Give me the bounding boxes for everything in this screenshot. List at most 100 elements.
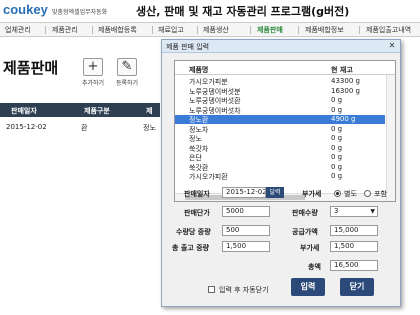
product-stock: 0 g	[331, 124, 343, 133]
column-header-product: 제	[146, 107, 153, 115]
add-button-label: 추가하기	[81, 80, 105, 87]
product-list-item[interactable]: 쑥갓환 0 g	[175, 163, 385, 172]
product-name: 노루궁뎅이버섯환	[189, 97, 241, 105]
supply-amount-label: 공급가액	[292, 228, 318, 236]
vat-label: 부가세	[302, 190, 322, 198]
sales-input-dialog: 제품 판매 입력 ✕ 제품명 현 재고 가시오가피분 43300 g 노루궁뎅이버섯…	[161, 39, 401, 307]
product-list-item[interactable]: 정노환 4900 g	[175, 115, 385, 124]
app-title: 생산, 판매 및 재고 자동관리 프로그램(g버전)	[136, 5, 350, 18]
column-header-product-name: 제품명	[189, 66, 209, 74]
product-list-item[interactable]: 정노 0 g	[175, 134, 385, 143]
product-stock: 0 g	[331, 134, 343, 142]
total-weight-label: 총 출고 중량	[172, 244, 210, 252]
product-list-item[interactable]: 노루궁뎅이버섯차 0 g	[175, 106, 385, 115]
supply-amount-field[interactable]: 15,000	[330, 225, 378, 236]
unit-price-input[interactable]: 5000	[222, 206, 270, 217]
sale-date-label: 판매일자	[184, 190, 210, 198]
menu-item-production[interactable]: 제품생산	[203, 25, 229, 35]
product-name: 노루궁뎅이버섯분	[189, 87, 241, 96]
column-header-date: 판매일자	[11, 107, 37, 115]
column-header-category: 제품구분	[84, 107, 110, 115]
product-stock: 4900 g	[331, 115, 356, 123]
product-list-item[interactable]: 가시오가피환 0 g	[175, 172, 385, 181]
product-name: 가시오가피분	[189, 78, 228, 86]
product-name: 정노환	[189, 116, 209, 124]
unit-weight-label: 수량당 중량	[176, 228, 211, 236]
product-name: 정노	[189, 135, 202, 143]
add-button[interactable]: + 추가하기	[80, 58, 106, 88]
logo-subtitle: 맞춤형엑셀업무자동화	[52, 9, 108, 16]
product-stock: 0 g	[331, 105, 343, 114]
vat-separate-radio[interactable]	[334, 190, 341, 197]
menu-separator	[197, 26, 198, 34]
product-stock: 43300 g	[331, 77, 360, 85]
table-cell-product[interactable]: 정노	[143, 123, 156, 133]
input-button[interactable]: 입력	[291, 278, 325, 296]
product-name: 정노차	[189, 125, 209, 134]
table-cell-category[interactable]: 환	[81, 123, 87, 133]
app-header: coukey 맞춤형엑셀업무자동화 생산, 판매 및 재고 자동관리 프로그램(…	[0, 0, 420, 22]
menu-item-company[interactable]: 업체관리	[5, 25, 31, 35]
total-field[interactable]: 16,500	[330, 260, 378, 271]
register-button-label: 등록하기	[115, 80, 139, 87]
chevron-down-icon: ▼	[370, 208, 375, 215]
product-list-item[interactable]: 은단 0 g	[175, 153, 385, 162]
menu-item-blend-register[interactable]: 제품배합등록	[98, 25, 137, 35]
auto-close-label: 입력 후 자동닫기	[219, 286, 269, 294]
unit-price-label: 판매단가	[184, 209, 210, 217]
total-label: 총액	[308, 263, 321, 271]
main-menu-bar: 업체관리 제품관리 제품배합등록 재료입고 제품생산 제품판매 제품배합정보 제…	[0, 22, 420, 37]
product-name: 노루궁뎅이버섯차	[189, 106, 241, 115]
quantity-label: 판매수량	[292, 209, 318, 217]
calendar-button[interactable]: 달력	[266, 187, 284, 198]
product-name: 은단	[189, 154, 202, 162]
menu-separator	[298, 26, 299, 34]
menu-item-material-in[interactable]: 재료입고	[158, 25, 184, 35]
vat-amount-field[interactable]: 1,500	[330, 241, 378, 252]
product-stock: 0 g	[331, 96, 343, 104]
product-list-header: 제품명 현 재고	[175, 61, 395, 75]
vat-included-radio[interactable]	[364, 190, 371, 197]
page-title: 제품판매	[3, 59, 59, 77]
vat-amount-label: 부가세	[300, 244, 320, 252]
product-name: 쑥갓차	[189, 144, 209, 153]
menu-separator	[359, 26, 360, 34]
unit-weight-input[interactable]: 500	[222, 225, 270, 236]
dialog-title: 제품 판매 입력	[166, 43, 210, 51]
menu-separator	[92, 26, 93, 34]
product-name: 쑥갓환	[189, 163, 209, 172]
plus-icon: +	[83, 58, 103, 76]
menu-item-products[interactable]: 제품관리	[52, 25, 78, 35]
menu-item-stock-history[interactable]: 제품입출고내역	[366, 25, 411, 35]
total-weight-field[interactable]: 1,500	[222, 241, 270, 252]
product-list-item[interactable]: 노루궁뎅이버섯분 16300 g	[175, 87, 385, 96]
register-button[interactable]: ✎ 등록하기	[114, 58, 140, 88]
product-list-item[interactable]: 정노차 0 g	[175, 125, 385, 134]
sale-date-field[interactable]: 2015-12-02	[222, 187, 266, 198]
menu-item-blend-info[interactable]: 제품배합정보	[305, 25, 344, 35]
product-stock: 16300 g	[331, 86, 360, 95]
menu-item-sales[interactable]: 제품판매	[257, 25, 283, 35]
pencil-icon: ✎	[117, 58, 137, 76]
quantity-value: 3	[334, 207, 339, 215]
dialog-close-button[interactable]: 닫기	[340, 278, 374, 296]
product-name: 가시오가피환	[189, 173, 228, 181]
product-list-item[interactable]: 쑥갓차 0 g	[175, 144, 385, 153]
product-stock: 0 g	[331, 162, 343, 171]
column-header-stock: 현 재고	[331, 66, 353, 74]
dialog-titlebar[interactable]: 제품 판매 입력 ✕	[162, 40, 400, 53]
product-list[interactable]: 제품명 현 재고 가시오가피분 43300 g 노루궁뎅이버섯분 16300 g 노루궁…	[174, 60, 396, 202]
product-list-item[interactable]: 노루궁뎅이버섯환 0 g	[175, 96, 385, 105]
table-cell-date[interactable]: 2015-12-02	[6, 123, 47, 131]
vat-separate-label: 별도	[344, 190, 357, 198]
app-logo: coukey	[3, 2, 48, 17]
menu-separator	[152, 26, 153, 34]
auto-close-checkbox[interactable]	[208, 286, 215, 293]
product-stock: 0 g	[331, 143, 343, 152]
product-stock: 0 g	[331, 172, 343, 180]
quantity-select[interactable]: 3 ▼	[330, 206, 378, 217]
vertical-scrollbar[interactable]	[386, 75, 395, 201]
menu-separator	[45, 26, 46, 34]
close-icon[interactable]: ✕	[386, 41, 398, 51]
product-list-item[interactable]: 가시오가피분 43300 g	[175, 77, 385, 86]
